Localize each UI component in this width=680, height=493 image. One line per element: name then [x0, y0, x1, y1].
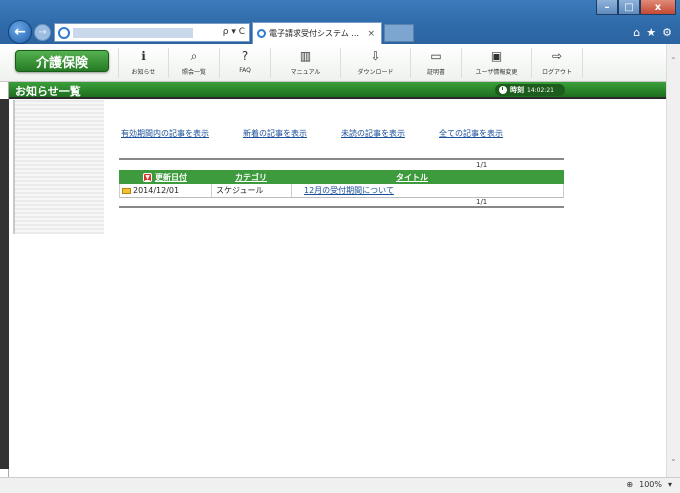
notice-table: 1/1 ▼ 更新日付 カテゴリ タイトル 2014/12/01 スケジュール 1… — [119, 158, 564, 208]
menu-label: FAQ — [239, 67, 251, 74]
zoom-level: 100% — [639, 480, 662, 489]
address-bar[interactable]: ρ ▾ C — [54, 23, 250, 42]
row-title-cell: 12月の受付期間について — [292, 184, 563, 197]
address-tools[interactable]: ρ ▾ C — [223, 27, 245, 37]
favorites-icon[interactable]: ★ — [646, 26, 656, 39]
pager-text: 1/1 — [476, 161, 488, 169]
column-label-title: タイトル — [396, 172, 428, 182]
filter-link-unread[interactable]: 未読の記事を表示 — [341, 128, 405, 139]
page-title-bar: お知らせ一覧 時刻 14:02:21 — [9, 82, 666, 99]
column-label-date: 更新日付 — [155, 172, 187, 182]
browser-tab[interactable]: 電子請求受付システム ... × — [252, 22, 382, 44]
clock-icon — [499, 86, 507, 94]
filter-link-valid[interactable]: 有効期間内の記事を表示 — [121, 128, 209, 139]
app-logo[interactable]: 介護保険 — [15, 50, 109, 72]
info-icon: ℹ — [141, 49, 146, 63]
menu-label: 照会一覧 — [181, 69, 206, 76]
forward-button[interactable]: → — [34, 24, 51, 41]
filter-link-new[interactable]: 新着の記事を表示 — [243, 128, 307, 139]
ie-icon — [58, 27, 70, 39]
chevron-down-icon: ▾ — [667, 480, 672, 489]
menu-item-logout[interactable]: ⇨ ログアウト — [532, 48, 583, 78]
clock-display: 時刻 14:02:21 — [495, 84, 565, 96]
tab-title: 電子請求受付システム ... — [269, 29, 359, 38]
logout-icon: ⇨ — [551, 49, 563, 63]
new-tab-button[interactable] — [384, 24, 414, 42]
row-category-cell: スケジュール — [212, 184, 292, 197]
mail-icon — [122, 187, 131, 194]
window-controls: – □ x — [596, 0, 676, 15]
left-frame-divider — [0, 99, 9, 469]
column-label-category: カテゴリ — [235, 172, 267, 182]
page-title: お知らせ一覧 — [15, 85, 81, 98]
status-bar: ⊕ 100% ▾ — [0, 477, 680, 493]
row-date-cell: 2014/12/01 — [120, 184, 212, 197]
row-category: スケジュール — [216, 186, 264, 195]
menu-item-faq[interactable]: ? FAQ — [220, 48, 271, 78]
menu-label: ログアウト — [541, 69, 572, 76]
pager-text: 1/1 — [476, 198, 488, 206]
left-frame-border — [0, 82, 9, 477]
clock-label: 時刻 — [510, 86, 524, 94]
row-date: 2014/12/01 — [133, 186, 180, 195]
pager-bottom: 1/1 — [119, 198, 564, 208]
home-icon[interactable]: ⌂ — [633, 26, 640, 39]
menu-item-notices[interactable]: ℹ お知らせ — [118, 48, 169, 78]
table-header: ▼ 更新日付 カテゴリ タイトル — [119, 170, 564, 184]
browser-toolbar-icons: ⌂ ★ ⚙ — [633, 26, 672, 39]
menu-label: お知らせ — [131, 69, 156, 76]
search-icon: ⌕ — [190, 48, 198, 63]
browser-titlebar: – □ x ← → ρ ▾ C 電子請求受付システム ... × ⌂ ★ ⚙ — [0, 0, 680, 44]
app-header: 介護保険 ℹ お知らせ ⌕ 照会一覧 ? FAQ ▥ マニュアル ⇩ ダウンロー… — [0, 44, 666, 82]
close-button[interactable]: x — [640, 0, 676, 15]
menu-label: ユーザ情報変更 — [475, 69, 518, 76]
sort-desc-icon: ▼ — [143, 172, 152, 182]
row-title-link[interactable]: 12月の受付期間について — [304, 185, 394, 196]
menu-item-manual[interactable]: ▥ マニュアル — [271, 48, 341, 78]
minimize-button[interactable]: – — [596, 0, 618, 15]
gear-icon[interactable]: ⚙ — [662, 26, 672, 39]
menu-item-certificate[interactable]: ▭ 証明書 — [411, 48, 462, 78]
menu-item-download[interactable]: ⇩ ダウンロード — [341, 48, 411, 78]
address-url — [73, 28, 193, 38]
faq-icon: ? — [241, 49, 249, 63]
column-header-date[interactable]: ▼ 更新日付 — [119, 170, 211, 184]
menu-label: 証明書 — [426, 69, 445, 76]
arrow-right-icon: → — [38, 27, 47, 38]
arrow-left-icon: ← — [14, 24, 26, 40]
menu-label: ダウンロード — [357, 69, 394, 76]
zoom-control[interactable]: ⊕ 100% ▾ — [626, 480, 672, 489]
vertical-scrollbar[interactable]: ⌃ ⌄ — [666, 44, 680, 477]
download-icon: ⇩ — [370, 49, 381, 63]
main-menu: ℹ お知らせ ⌕ 照会一覧 ? FAQ ▥ マニュアル ⇩ ダウンロード ▭ 証… — [118, 48, 583, 78]
back-button[interactable]: ← — [8, 20, 32, 44]
menu-label: マニュアル — [290, 69, 321, 76]
table-row: 2014/12/01 スケジュール 12月の受付期間について — [119, 184, 564, 198]
zoom-icon: ⊕ — [626, 480, 634, 489]
certificate-icon: ▭ — [430, 49, 442, 63]
column-header-title[interactable]: タイトル — [291, 170, 564, 184]
scroll-up-icon[interactable]: ⌃ — [670, 56, 677, 65]
pager-top: 1/1 — [119, 158, 564, 170]
menu-item-inquiry-list[interactable]: ⌕ 照会一覧 — [169, 48, 220, 78]
clock-time: 14:02:21 — [527, 86, 554, 94]
scroll-down-icon[interactable]: ⌄ — [670, 454, 677, 463]
maximize-button[interactable]: □ — [618, 0, 640, 15]
left-panel — [13, 100, 104, 234]
column-header-category[interactable]: カテゴリ — [211, 170, 291, 184]
user-info-icon: ▣ — [490, 49, 503, 63]
manual-icon: ▥ — [299, 49, 312, 63]
filter-links: 有効期間内の記事を表示 新着の記事を表示 未読の記事を表示 全ての記事を表示 — [121, 128, 537, 139]
ie-icon — [257, 29, 266, 38]
tab-close-icon[interactable]: × — [367, 29, 375, 39]
filter-link-all[interactable]: 全ての記事を表示 — [439, 128, 503, 139]
menu-item-user-info[interactable]: ▣ ユーザ情報変更 — [462, 48, 532, 78]
